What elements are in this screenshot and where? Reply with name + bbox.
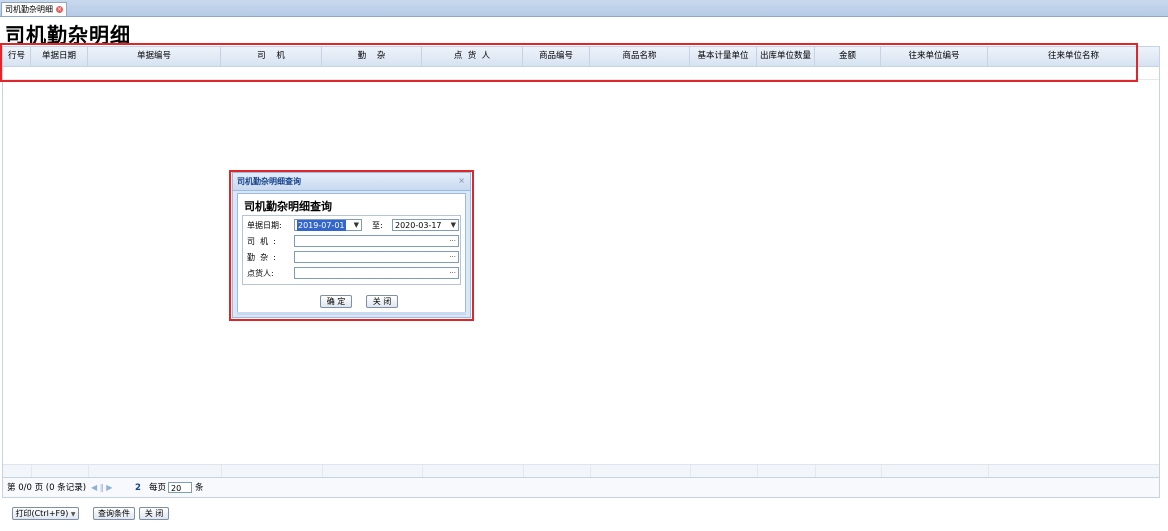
ellipsis-icon[interactable]: ··· xyxy=(449,236,456,246)
close-icon[interactable]: × xyxy=(56,6,63,13)
col-header-amount[interactable]: 金额 xyxy=(815,47,881,66)
chevron-down-icon[interactable]: ▼ xyxy=(354,220,359,230)
page-info: 第 0/0 页 (0 条记录) xyxy=(7,483,87,493)
close-icon[interactable]: ⨯ xyxy=(458,176,465,185)
driver-label: 司 机 : xyxy=(247,237,276,246)
per-page-input[interactable]: 20 xyxy=(168,482,192,493)
col-header-product-name[interactable]: 商品名称 xyxy=(590,47,690,66)
driver-field[interactable]: ··· xyxy=(294,235,459,247)
date-label: 单据日期: xyxy=(247,221,282,230)
date-to-value: 2020-03-17 xyxy=(395,221,442,230)
data-grid: 行号 单据日期 单据编号 司 机 勤 杂 点 货 人 商品编号 商品名称 基本计… xyxy=(2,46,1160,478)
grid-summary-row xyxy=(3,464,1159,477)
query-dialog: 司机勤杂明细查询 ⨯ 司机勤杂明细查询 单据日期: 2019-07-01 ▼ 至… xyxy=(232,172,471,318)
date-to-field[interactable]: 2020-03-17 ▼ xyxy=(392,219,459,231)
per-page-suffix: 条 xyxy=(195,483,204,493)
chevron-down-icon[interactable]: ▼ xyxy=(451,220,456,230)
dialog-heading: 司机勤杂明细查询 xyxy=(244,200,332,213)
print-button-label: 打印(Ctrl+F9) xyxy=(15,509,69,518)
pager-nav-icons[interactable]: ◀ ‖ ▶ xyxy=(91,478,112,498)
per-page-label: 每页 xyxy=(149,483,167,493)
date-from-field[interactable]: 2019-07-01 ▼ xyxy=(294,219,362,231)
grid-header: 行号 单据日期 单据编号 司 机 勤 杂 点 货 人 商品编号 商品名称 基本计… xyxy=(3,47,1159,67)
col-header-chores[interactable]: 勤 杂 xyxy=(322,47,422,66)
tab-bar: 司机勤杂明细 × xyxy=(0,0,1168,17)
ellipsis-icon[interactable]: ··· xyxy=(449,268,456,278)
col-header-row-number[interactable]: 行号 xyxy=(3,47,31,66)
chores-field[interactable]: ··· xyxy=(294,251,459,263)
tab-label: 司机勤杂明细 xyxy=(5,5,53,14)
col-header-out-qty[interactable]: 出库单位数量 xyxy=(757,47,815,66)
dialog-title-bar[interactable]: 司机勤杂明细查询 ⨯ xyxy=(233,173,470,191)
chores-label: 勤 杂 : xyxy=(247,253,276,262)
dialog-footer-strip xyxy=(237,312,466,315)
checker-field[interactable]: ··· xyxy=(294,267,459,279)
to-label: 至: xyxy=(372,221,383,230)
grid-filter-row xyxy=(3,67,1159,80)
query-fieldset: 单据日期: 2019-07-01 ▼ 至: 2020-03-17 ▼ 司 机 :… xyxy=(242,215,461,285)
tab-driver-chores[interactable]: 司机勤杂明细 × xyxy=(1,2,67,16)
ellipsis-icon[interactable]: ··· xyxy=(449,252,456,262)
checker-label: 点货人: xyxy=(247,269,274,278)
col-header-driver[interactable]: 司 机 xyxy=(221,47,322,66)
col-header-base-unit[interactable]: 基本计量单位 xyxy=(690,47,757,66)
dialog-title: 司机勤杂明细查询 xyxy=(237,177,301,186)
col-header-product-code[interactable]: 商品编号 xyxy=(523,47,590,66)
page-title: 司机勤杂明细 xyxy=(5,23,131,47)
col-header-doc-date[interactable]: 单据日期 xyxy=(31,47,88,66)
col-header-checker[interactable]: 点 货 人 xyxy=(422,47,523,66)
pager-page-number[interactable]: 2 xyxy=(135,478,141,498)
query-conditions-button[interactable]: 查询条件 xyxy=(93,507,135,520)
dialog-close-button[interactable]: 关 闭 xyxy=(366,295,398,308)
ok-button[interactable]: 确 定 xyxy=(320,295,352,308)
chevron-down-icon: ▼ xyxy=(70,511,76,518)
print-button[interactable]: 打印(Ctrl+F9) ▼ xyxy=(12,507,79,520)
col-header-partner-code[interactable]: 往来单位编号 xyxy=(881,47,988,66)
pagination-bar: 第 0/0 页 (0 条记录) ◀ ‖ ▶ 2 每页 20 条 xyxy=(2,478,1160,498)
close-button[interactable]: 关 闭 xyxy=(139,507,169,520)
col-header-partner-name[interactable]: 往来单位名称 xyxy=(988,47,1159,66)
date-from-value: 2019-07-01 xyxy=(297,220,346,231)
col-header-doc-number[interactable]: 单据编号 xyxy=(88,47,221,66)
dialog-body: 司机勤杂明细查询 单据日期: 2019-07-01 ▼ 至: 2020-03-1… xyxy=(237,193,466,313)
